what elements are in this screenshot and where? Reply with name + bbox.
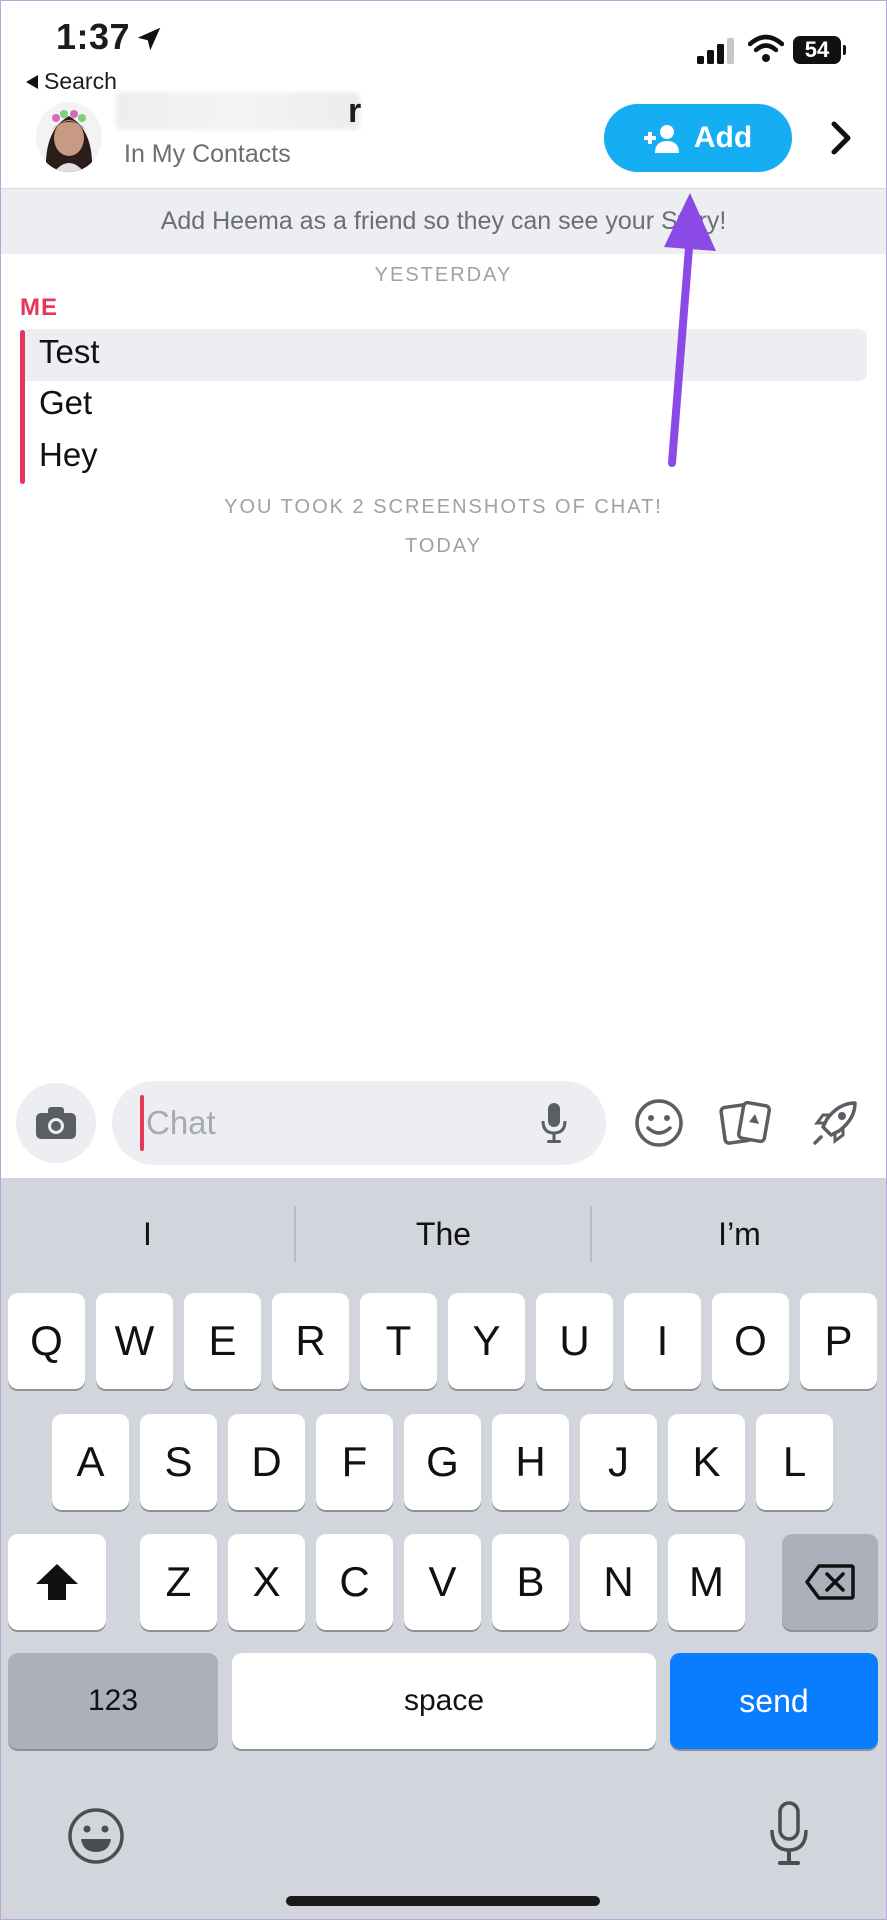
contact-name-visible: r <box>348 92 362 130</box>
backspace-icon <box>805 1564 855 1600</box>
chat-input-container[interactable] <box>112 1081 606 1165</box>
camera-icon <box>36 1107 76 1139</box>
message-item[interactable]: Get <box>39 384 92 422</box>
date-separator-yesterday: YESTERDAY <box>374 264 513 286</box>
chat-input[interactable] <box>146 1081 526 1165</box>
key-r[interactable]: R <box>272 1293 349 1389</box>
message-item[interactable]: Test <box>39 333 100 371</box>
key-k[interactable]: K <box>668 1414 745 1510</box>
avatar[interactable] <box>36 102 102 172</box>
bitmoji-avatar-icon <box>36 102 102 172</box>
key-d[interactable]: D <box>228 1414 305 1510</box>
status-time: 1:37 <box>56 16 131 57</box>
date-separator-today: TODAY <box>404 535 483 557</box>
shift-key[interactable] <box>8 1534 106 1630</box>
message-highlight <box>25 329 867 381</box>
key-n[interactable]: N <box>580 1534 657 1630</box>
camera-button[interactable] <box>16 1083 96 1163</box>
key-v[interactable]: V <box>404 1534 481 1630</box>
key-m[interactable]: M <box>668 1534 745 1630</box>
stickers-button[interactable] <box>714 1092 776 1154</box>
battery-level: 54 <box>804 37 830 62</box>
contact-subtitle: In My Contacts <box>124 140 291 168</box>
key-x[interactable]: X <box>228 1534 305 1630</box>
key-h[interactable]: H <box>492 1414 569 1510</box>
location-arrow-icon <box>137 27 161 51</box>
key-g[interactable]: G <box>404 1414 481 1510</box>
home-indicator[interactable] <box>286 1896 600 1906</box>
suggestion-1[interactable]: I <box>0 1206 295 1262</box>
key-w[interactable]: W <box>96 1293 173 1389</box>
add-friend-icon <box>643 125 679 153</box>
shift-icon <box>36 1564 78 1600</box>
key-u[interactable]: U <box>536 1293 613 1389</box>
backspace-key[interactable] <box>782 1534 878 1630</box>
add-friend-button[interactable]: Add <box>604 104 792 172</box>
sender-label: ME <box>20 294 58 321</box>
suggestion-2[interactable]: The <box>296 1206 591 1262</box>
key-p[interactable]: P <box>800 1293 877 1389</box>
text-caret <box>140 1095 144 1151</box>
emoji-icon <box>635 1099 683 1147</box>
key-i[interactable]: I <box>624 1293 701 1389</box>
key-o[interactable]: O <box>712 1293 789 1389</box>
suggestion-3[interactable]: I’m <box>592 1206 887 1262</box>
key-a[interactable]: A <box>52 1414 129 1510</box>
space-key[interactable]: space <box>232 1653 656 1749</box>
key-y[interactable]: Y <box>448 1293 525 1389</box>
emoji-keyboard-icon[interactable] <box>66 1806 126 1866</box>
numbers-key[interactable]: 123 <box>8 1653 218 1749</box>
key-e[interactable]: E <box>184 1293 261 1389</box>
back-triangle-icon <box>26 74 38 89</box>
rocket-button[interactable] <box>804 1092 866 1154</box>
key-s[interactable]: S <box>140 1414 217 1510</box>
back-search-label: Search <box>44 68 117 94</box>
send-key[interactable]: send <box>670 1653 878 1749</box>
rocket-icon <box>813 1101 857 1145</box>
signal-icon <box>697 38 734 64</box>
key-j[interactable]: J <box>580 1414 657 1510</box>
stickers-icon <box>719 1100 772 1145</box>
emoji-button[interactable] <box>628 1092 690 1154</box>
chevron-right-icon[interactable] <box>826 118 856 158</box>
battery-indicator: 54 <box>793 36 846 64</box>
microphone-icon[interactable] <box>540 1101 568 1145</box>
add-friend-banner[interactable]: Add Heema as a friend so they can see yo… <box>0 188 887 254</box>
dictation-icon[interactable] <box>768 1800 810 1868</box>
key-t[interactable]: T <box>360 1293 437 1389</box>
key-f[interactable]: F <box>316 1414 393 1510</box>
key-b[interactable]: B <box>492 1534 569 1630</box>
contact-name-redacted <box>116 92 360 130</box>
sender-bar <box>20 330 25 484</box>
keyboard: I The I’m Q W E R T Y U I O P A S D F G … <box>0 1178 887 1920</box>
screenshot-notice: YOU TOOK 2 SCREENSHOTS OF CHAT! <box>224 496 663 518</box>
message-item[interactable]: Hey <box>39 436 98 474</box>
add-button-label: Add <box>693 121 753 154</box>
key-c[interactable]: C <box>316 1534 393 1630</box>
wifi-icon <box>748 34 784 62</box>
key-l[interactable]: L <box>756 1414 833 1510</box>
key-q[interactable]: Q <box>8 1293 85 1389</box>
banner-text: Add Heema as a friend so they can see yo… <box>160 207 727 235</box>
key-z[interactable]: Z <box>140 1534 217 1630</box>
annotation-arrow-icon <box>664 193 716 467</box>
back-to-search[interactable]: Search <box>26 68 117 95</box>
